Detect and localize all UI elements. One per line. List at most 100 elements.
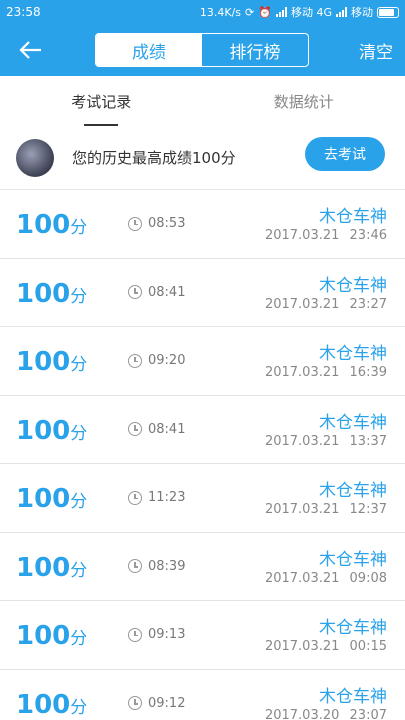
record-row[interactable]: 100分 09:20 木仓车神 2017.03.21 16:39 bbox=[0, 327, 405, 396]
record-datetime: 2017.03.21 23:27 bbox=[265, 297, 387, 312]
record-score: 100分 bbox=[16, 347, 87, 380]
record-duration: 08:41 bbox=[128, 422, 185, 437]
tab-exam-records[interactable]: 考试记录 bbox=[0, 76, 203, 126]
status-bar: 23:58 13.4K/s ⟳ ⏰ 移动 4G 移动 bbox=[0, 0, 405, 24]
record-datetime: 2017.03.20 23:07 bbox=[265, 708, 387, 720]
record-datetime: 2017.03.21 23:46 bbox=[265, 228, 387, 243]
record-user-name: 木仓车神 bbox=[319, 618, 387, 638]
score-unit: 分 bbox=[70, 560, 88, 581]
segmented-control: 成绩 排行榜 bbox=[95, 33, 309, 67]
record-score: 100分 bbox=[16, 416, 87, 449]
record-duration: 09:12 bbox=[128, 696, 185, 711]
clock-icon bbox=[128, 627, 142, 642]
signal-icon-2 bbox=[336, 7, 347, 17]
score-value: 100 bbox=[16, 689, 71, 720]
record-score: 100分 bbox=[16, 484, 87, 517]
back-arrow-icon bbox=[19, 41, 41, 59]
score-value: 100 bbox=[16, 552, 71, 583]
record-date: 2017.03.21 bbox=[264, 296, 340, 312]
record-row[interactable]: 100分 08:53 木仓车神 2017.03.21 23:46 bbox=[0, 190, 405, 259]
back-button[interactable] bbox=[0, 24, 60, 76]
score-unit: 分 bbox=[70, 697, 88, 718]
record-date: 2017.03.21 bbox=[264, 639, 340, 654]
score-unit: 分 bbox=[70, 423, 88, 444]
record-date: 2017.03.20 bbox=[264, 707, 340, 720]
network-speed: 13.4K/s bbox=[199, 5, 242, 19]
record-row[interactable]: 100分 08:39 木仓车神 2017.03.21 09:08 bbox=[0, 533, 405, 601]
score-value: 100 bbox=[16, 621, 71, 651]
record-date: 2017.03.21 bbox=[264, 502, 340, 517]
record-user-name: 木仓车神 bbox=[319, 481, 387, 501]
record-date: 2017.03.21 bbox=[264, 433, 340, 449]
record-time: 00:15 bbox=[349, 639, 387, 654]
clock-icon bbox=[128, 490, 142, 505]
tab-score[interactable]: 成绩 bbox=[96, 34, 202, 66]
record-time: 23:27 bbox=[349, 296, 387, 312]
record-datetime: 2017.03.21 09:08 bbox=[265, 571, 387, 586]
battery-icon bbox=[377, 6, 399, 18]
clock-icon bbox=[128, 216, 142, 231]
record-row[interactable]: 100分 11:23 木仓车神 2017.03.21 12:37 bbox=[0, 464, 405, 533]
best-score-banner: 您的历史最高成绩100分 去考试 bbox=[0, 126, 405, 190]
carrier-1: 移动 4G bbox=[290, 6, 332, 19]
sub-tabs: 考试记录 数据统计 bbox=[0, 76, 405, 126]
record-score: 100分 bbox=[16, 690, 87, 720]
record-datetime: 2017.03.21 12:37 bbox=[265, 502, 387, 517]
record-duration: 08:39 bbox=[128, 559, 185, 574]
avatar[interactable] bbox=[16, 138, 54, 177]
duration-value: 08:39 bbox=[148, 558, 186, 574]
record-duration: 08:53 bbox=[128, 216, 185, 231]
score-unit: 分 bbox=[70, 286, 88, 307]
clock-icon bbox=[128, 353, 142, 368]
record-time: 16:39 bbox=[349, 365, 387, 380]
record-user-name: 木仓车神 bbox=[319, 275, 387, 296]
record-row[interactable]: 100分 08:41 木仓车神 2017.03.21 13:37 bbox=[0, 396, 405, 464]
record-datetime: 2017.03.21 13:37 bbox=[265, 434, 387, 449]
record-score: 100分 bbox=[16, 621, 87, 654]
score-value: 100 bbox=[16, 210, 71, 240]
record-list: 100分 08:53 木仓车神 2017.03.21 23:46 100分 08:41 木仓… bbox=[0, 190, 405, 720]
record-duration: 09:13 bbox=[128, 627, 185, 642]
duration-value: 09:20 bbox=[148, 353, 186, 368]
record-user-name: 木仓车神 bbox=[319, 207, 387, 227]
record-row[interactable]: 100分 09:13 木仓车神 2017.03.21 00:15 bbox=[0, 601, 405, 670]
tab-statistics-label: 数据统计 bbox=[273, 92, 334, 111]
score-unit: 分 bbox=[70, 218, 88, 238]
duration-value: 09:13 bbox=[148, 627, 186, 642]
alarm-icon: ⏰ bbox=[258, 5, 272, 19]
duration-value: 08:53 bbox=[148, 216, 186, 231]
duration-value: 11:23 bbox=[148, 490, 186, 505]
carrier-2: 移动 bbox=[351, 6, 373, 19]
signal-icon bbox=[275, 7, 287, 17]
record-duration: 11:23 bbox=[128, 490, 185, 505]
score-unit: 分 bbox=[70, 492, 88, 512]
score-value: 100 bbox=[16, 347, 71, 377]
duration-value: 08:41 bbox=[148, 284, 186, 300]
record-score: 100分 bbox=[16, 279, 87, 312]
record-score: 100分 bbox=[16, 210, 87, 243]
record-row[interactable]: 100分 08:41 木仓车神 2017.03.21 23:27 bbox=[0, 259, 405, 327]
score-value: 100 bbox=[16, 278, 71, 309]
clock-icon bbox=[128, 285, 142, 299]
record-row[interactable]: 100分 09:12 木仓车神 2017.03.20 23:07 bbox=[0, 670, 405, 720]
score-unit: 分 bbox=[70, 355, 88, 375]
take-exam-button[interactable]: 去考试 bbox=[305, 137, 385, 171]
record-time: 23:07 bbox=[349, 707, 387, 720]
record-datetime: 2017.03.21 00:15 bbox=[265, 639, 387, 654]
clock-icon bbox=[128, 422, 142, 436]
sync-icon: ⟳ bbox=[245, 5, 255, 19]
tab-ranking[interactable]: 排行榜 bbox=[202, 34, 308, 66]
tab-statistics[interactable]: 数据统计 bbox=[203, 76, 405, 126]
clock-icon bbox=[128, 696, 142, 710]
record-user-name: 木仓车神 bbox=[319, 344, 387, 364]
record-date: 2017.03.21 bbox=[264, 228, 340, 243]
record-user-name: 木仓车神 bbox=[319, 412, 387, 433]
record-date: 2017.03.21 bbox=[264, 570, 340, 586]
score-value: 100 bbox=[16, 484, 71, 514]
record-time: 23:46 bbox=[349, 228, 387, 243]
record-time: 12:37 bbox=[349, 502, 387, 517]
record-datetime: 2017.03.21 16:39 bbox=[265, 365, 387, 380]
record-user-name: 木仓车神 bbox=[319, 549, 387, 570]
score-unit: 分 bbox=[70, 629, 88, 649]
clear-button[interactable]: 清空 bbox=[359, 24, 393, 76]
